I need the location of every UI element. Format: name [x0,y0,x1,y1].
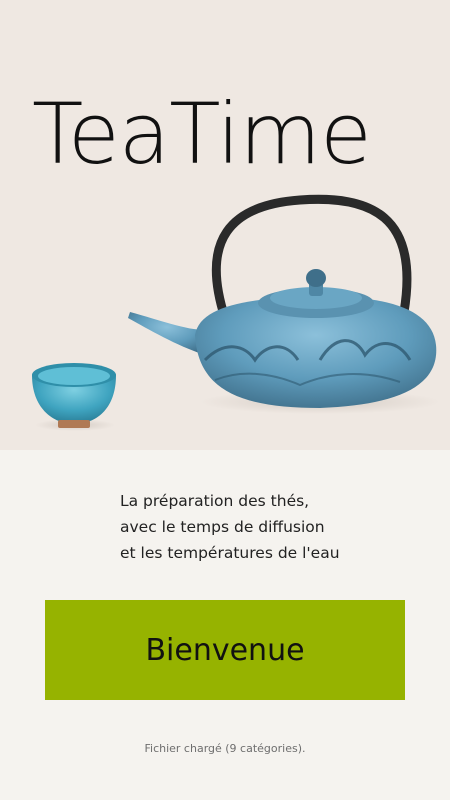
description-line: et les températures de l'eau [120,544,340,562]
app-title: TeaTime [32,85,372,183]
status-text: Fichier chargé (9 catégories). [144,742,306,755]
welcome-button[interactable]: Bienvenue [45,600,405,700]
hero-banner: TeaTime [0,0,450,450]
description-line: avec le temps de diffusion [120,518,325,536]
teapot-and-cup-image [32,194,440,431]
description-line: La préparation des thés, [120,492,310,510]
app-description: La préparation des thés, avec le temps d… [120,488,420,566]
